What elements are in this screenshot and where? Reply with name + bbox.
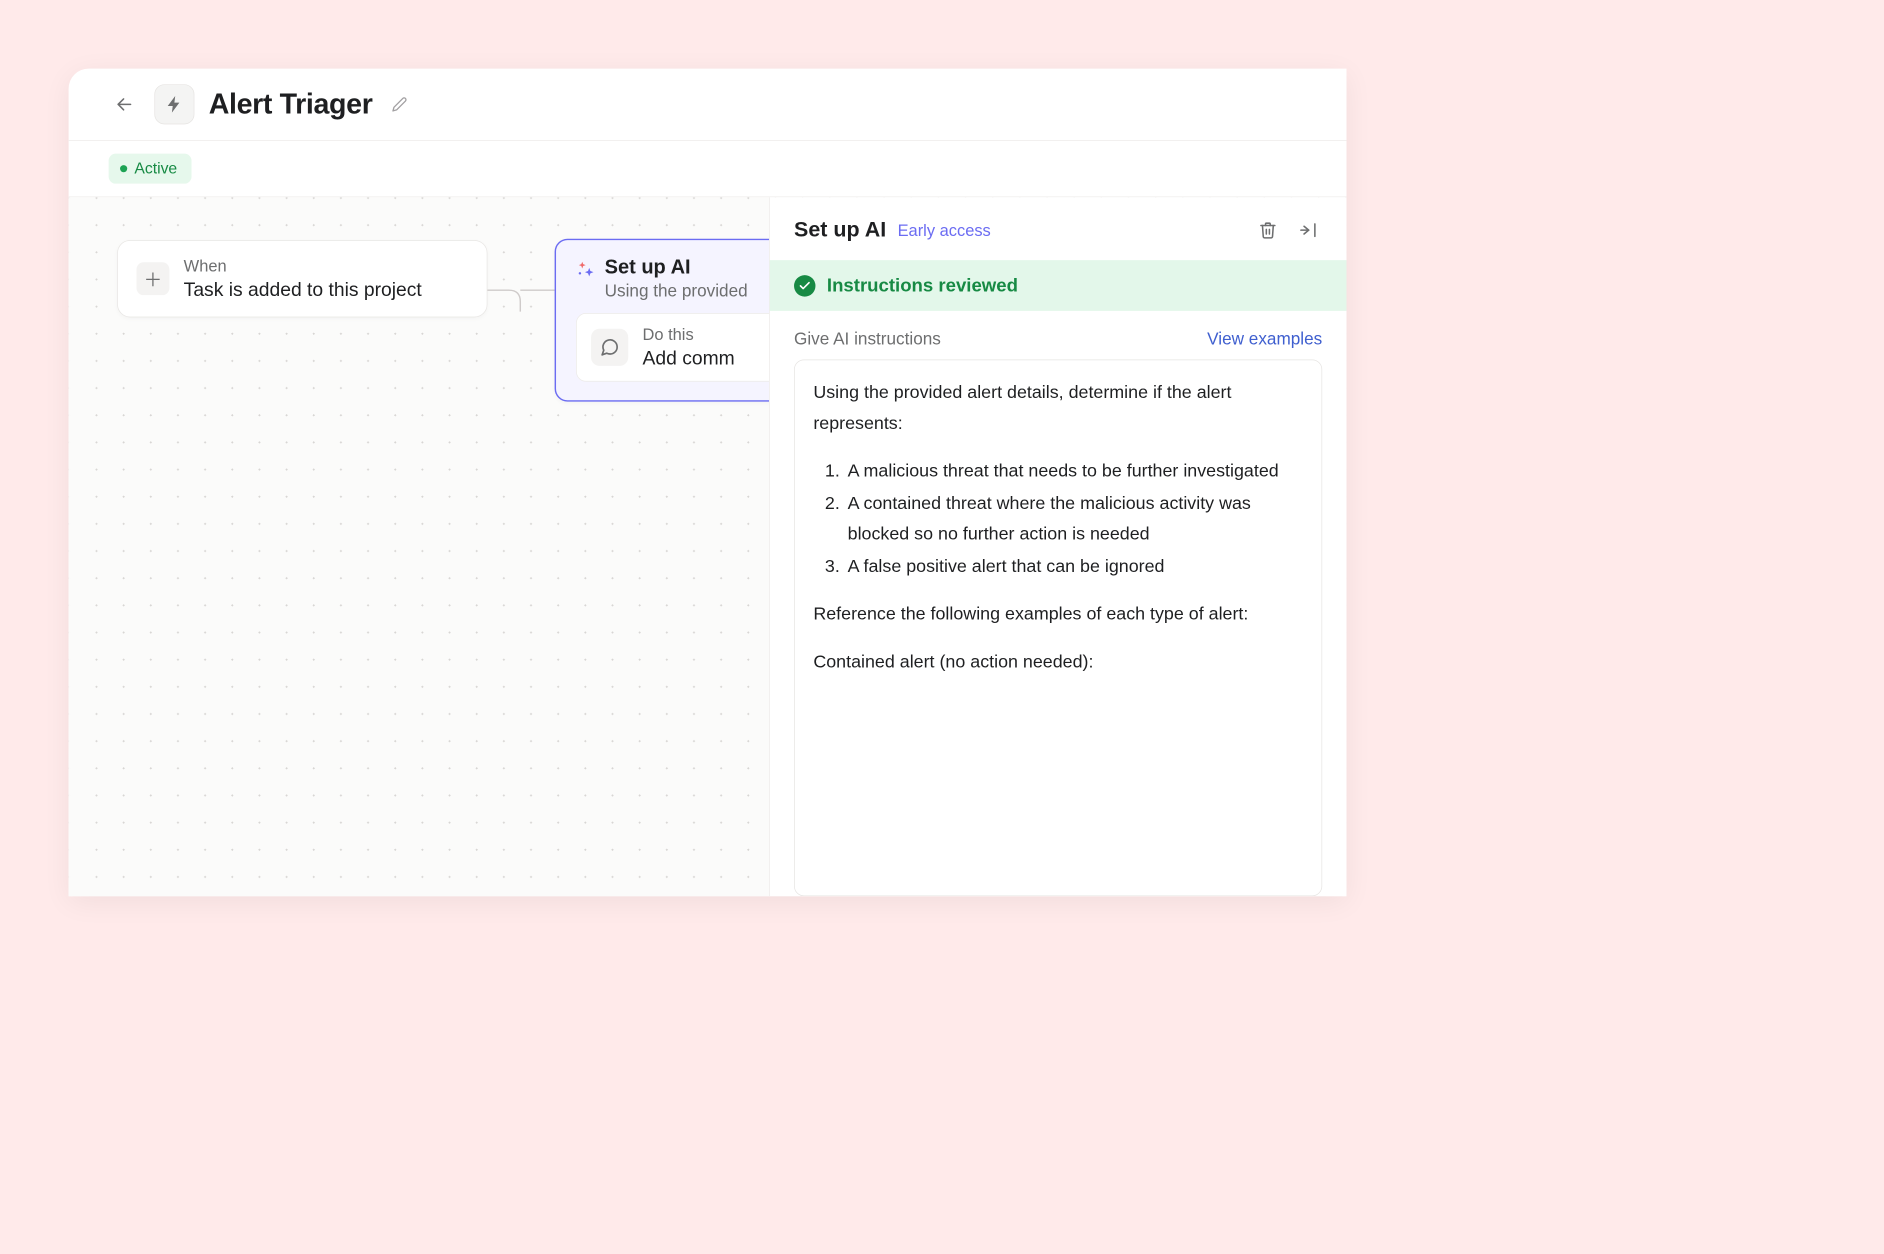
pencil-icon: [392, 96, 408, 112]
trigger-label: When: [184, 257, 422, 276]
instructions-list-item: A contained threat where the malicious a…: [845, 488, 1303, 549]
instructions-ref: Reference the following examples of each…: [813, 599, 1303, 630]
ai-step-titles: Set up AI Using the provided: [605, 256, 748, 302]
instructions-label: Give AI instructions: [794, 329, 941, 349]
arrow-left-icon: [115, 95, 134, 114]
status-bar: Active: [69, 141, 1347, 197]
connector: [487, 290, 554, 291]
do-text: Do this Add comm: [643, 325, 735, 369]
instructions-header: Give AI instructions View examples: [770, 311, 1347, 360]
panel-title: Set up AI: [794, 218, 886, 242]
side-panel: Set up AI Early access Instructions revi…: [769, 197, 1346, 896]
do-value: Add comm: [643, 347, 735, 369]
early-access-badge: Early access: [898, 220, 991, 239]
status-pill[interactable]: Active: [109, 154, 192, 184]
ai-step-subtitle: Using the provided: [605, 282, 748, 302]
instructions-intro: Using the provided alert details, determ…: [813, 377, 1303, 438]
edit-title-button[interactable]: [387, 91, 413, 117]
collapse-right-icon: [1299, 221, 1318, 240]
ai-step-title: Set up AI: [605, 256, 748, 279]
comment-icon: [600, 337, 620, 357]
sparkle-icon: [576, 260, 595, 279]
plus-icon: ＋: [144, 266, 163, 292]
instructions-textarea[interactable]: Using the provided alert details, determ…: [794, 359, 1322, 896]
check-circle-icon: [794, 275, 815, 296]
status-dot-icon: [120, 165, 127, 172]
instructions-list-item: A malicious threat that needs to be furt…: [845, 456, 1303, 487]
trigger-card[interactable]: ＋ When Task is added to this project: [117, 240, 487, 317]
trigger-icon-box: ＋: [137, 262, 170, 295]
lightning-icon: [164, 94, 184, 114]
review-banner-text: Instructions reviewed: [827, 274, 1018, 296]
canvas-fade: [69, 197, 98, 896]
instructions-list: A malicious threat that needs to be furt…: [813, 456, 1303, 582]
view-examples-link[interactable]: View examples: [1207, 329, 1322, 349]
review-banner: Instructions reviewed: [770, 260, 1347, 311]
workflow-canvas[interactable]: ＋ When Task is added to this project: [69, 197, 1347, 896]
instructions-section: Contained alert (no action needed):: [813, 647, 1303, 678]
trash-icon: [1259, 221, 1278, 240]
back-button[interactable]: [109, 89, 140, 120]
status-label: Active: [134, 159, 177, 178]
do-icon-box: [591, 329, 628, 366]
trigger-value: Task is added to this project: [184, 279, 422, 301]
do-label: Do this: [643, 325, 735, 344]
header: Alert Triager: [69, 69, 1347, 141]
page-title: Alert Triager: [209, 88, 373, 120]
workflow-app-icon-box: [154, 84, 194, 124]
trigger-text: When Task is added to this project: [184, 257, 422, 301]
collapse-panel-button[interactable]: [1294, 216, 1323, 245]
delete-button[interactable]: [1254, 216, 1283, 245]
instructions-list-item: A false positive alert that can be ignor…: [845, 551, 1303, 582]
panel-header: Set up AI Early access: [770, 197, 1347, 260]
app-window: Alert Triager Active ＋ When Task is adde…: [69, 69, 1347, 897]
